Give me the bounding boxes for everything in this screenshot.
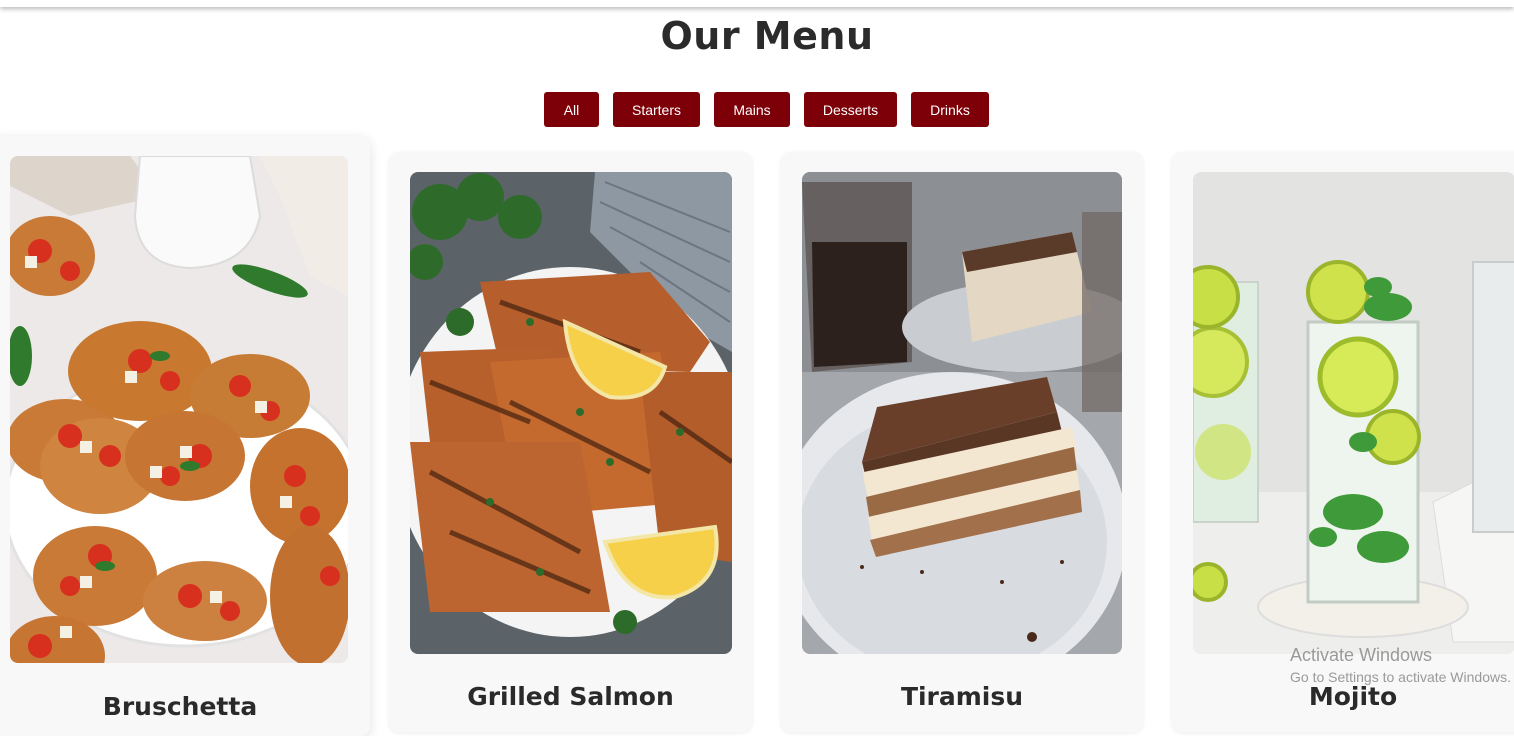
filter-desserts-button[interactable]: Desserts (804, 92, 897, 127)
menu-card-grilled-salmon[interactable]: Grilled Salmon (389, 152, 752, 732)
filter-mains-button[interactable]: Mains (714, 92, 790, 127)
menu-card-bruschetta[interactable]: Bruschetta (0, 136, 370, 736)
activate-windows-watermark-subtitle: Go to Settings to activate Windows. (1290, 669, 1511, 685)
filter-all-button[interactable]: All (544, 92, 599, 127)
menu-item-name: Grilled Salmon (467, 682, 674, 711)
page-title: Our Menu (660, 14, 874, 58)
top-nav-shadow-bar (0, 0, 1514, 7)
filter-drinks-button[interactable]: Drinks (911, 92, 989, 127)
menu-item-name: Mojito (1308, 682, 1398, 711)
activate-windows-watermark-title: Activate Windows (1290, 645, 1433, 665)
menu-card-tiramisu[interactable]: Tiramisu (781, 152, 1143, 732)
tiramisu-image (802, 172, 1122, 654)
filter-starters-button[interactable]: Starters (613, 92, 700, 127)
menu-item-name: Tiramisu (900, 682, 1024, 711)
bruschetta-image (10, 156, 348, 663)
mojito-image (1193, 172, 1514, 654)
menu-item-name: Bruschetta (102, 692, 258, 721)
category-filter-bar: All Starters Mains Desserts Drinks (544, 92, 989, 127)
grilled-salmon-image (410, 172, 732, 654)
